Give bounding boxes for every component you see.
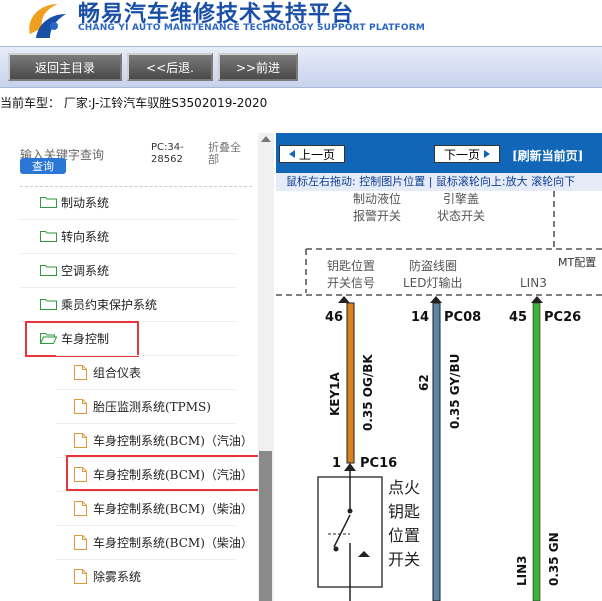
connector-arrow-icon xyxy=(338,296,350,303)
wire-label-key1a: KEY1A xyxy=(328,371,342,416)
refresh-page-link[interactable]: [刷新当前页] xyxy=(512,147,583,164)
prev-page-label: 上一页 xyxy=(298,147,335,162)
tree-item-restraint[interactable]: 乘员约束保护系统 xyxy=(40,287,157,321)
label-mt-config: MT配置 xyxy=(558,256,596,269)
folder-icon xyxy=(40,265,57,276)
folder-icon xyxy=(40,299,57,310)
connector-arrow-icon xyxy=(430,296,442,303)
label-key-pos-2: 开关信号 xyxy=(327,276,375,290)
tree-item-label: 车身控制系统(BCM)（汽油） xyxy=(93,433,253,448)
connector-pc26: PC26 xyxy=(544,310,581,325)
prev-page-button[interactable]: 上一页 xyxy=(279,145,345,163)
wire-label-og-bk: 0.35 OG/BK xyxy=(361,354,375,431)
tree-item-label: 制动系统 xyxy=(61,195,110,210)
switch-name-1: 点火 xyxy=(388,478,420,497)
diagram-toolbar: 上一页 下一页 [刷新当前页] xyxy=(276,133,602,173)
connector-arrow-icon xyxy=(344,463,356,471)
tree-item-label: 转向系统 xyxy=(61,229,110,244)
scroll-up-arrow-icon[interactable] xyxy=(261,136,271,142)
document-icon xyxy=(74,568,87,584)
nav-bar: 返回主目录 <<后退. >>前进 xyxy=(0,46,602,88)
tree-item-defog[interactable]: 除雾系统 xyxy=(74,559,141,593)
document-icon xyxy=(74,432,87,448)
folder-icon xyxy=(40,197,57,208)
pc-code: PC:34-28562 xyxy=(151,142,184,165)
tree-item-bcm-diesel-1[interactable]: 车身控制系统(BCM)（柴油） xyxy=(74,491,253,525)
scroll-thumb[interactable] xyxy=(259,451,272,601)
platform-subtitle: CHANG YI AUTO MAINTENANCE TECHNOLOGY SUP… xyxy=(78,23,426,33)
tree-item-label: 乘员约束保护系统 xyxy=(61,297,158,312)
tree-item-label: 空调系统 xyxy=(61,263,110,278)
tree-item-steering[interactable]: 转向系统 xyxy=(40,219,109,253)
highlight-box xyxy=(25,321,139,357)
current-vehicle: 当前车型： 厂家:J-江铃汽车驭胜S3502019-2020 xyxy=(0,96,268,110)
folder-icon xyxy=(40,231,57,242)
arrow-left-icon xyxy=(288,150,295,158)
highlight-box xyxy=(66,455,263,491)
wire-label-gy-bu: 0.35 GY/BU xyxy=(448,354,462,429)
label-key-pos-1: 钥匙位置 xyxy=(327,258,375,273)
next-page-label: 下一页 xyxy=(443,147,480,162)
pin-45: 45 xyxy=(509,310,527,325)
arrow-icon xyxy=(358,551,370,557)
wire-label-gn: 0.35 GN xyxy=(547,532,561,586)
wiring-diagram-svg: 制动液位 报警开关 引擎盖 状态开关 钥匙位置 开关信号 防盗线圈 LED灯输出… xyxy=(276,191,602,601)
wiring-diagram[interactable]: 制动液位 报警开关 引擎盖 状态开关 钥匙位置 开关信号 防盗线圈 LED灯输出… xyxy=(276,191,602,601)
arrow-right-icon xyxy=(484,150,490,158)
switch-name-3: 位置 xyxy=(388,526,420,545)
forward-button[interactable]: >>前进 xyxy=(218,53,298,81)
usage-hint: 鼠标左右拖动: 控制图片位置 | 鼠标滚轮向上:放大 滚轮向下 xyxy=(276,173,602,191)
label-antitheft-1: 防盗线圈 xyxy=(409,258,457,273)
wire-gray-blue xyxy=(432,302,441,601)
document-icon xyxy=(74,534,87,550)
tree-item-bcm-petrol-1[interactable]: 车身控制系统(BCM)（汽油） xyxy=(74,423,253,457)
connector-pc08: PC08 xyxy=(444,310,481,325)
switch-contact xyxy=(333,546,339,552)
next-page-button[interactable]: 下一页 xyxy=(434,145,500,163)
wire-label-62: 62 xyxy=(417,374,431,391)
home-button[interactable]: 返回主目录 xyxy=(8,53,122,81)
label-hood-2: 状态开关 xyxy=(437,209,485,223)
header: 畅易汽车维修技术支持平台 CHANG YI AUTO MAINTENANCE T… xyxy=(0,0,602,40)
label-brake-fluid-1: 制动液位 xyxy=(353,191,401,206)
tree-item-cluster[interactable]: 组合仪表 xyxy=(74,355,141,389)
document-icon xyxy=(74,364,87,380)
wire-orange xyxy=(346,302,355,464)
switch-contact xyxy=(347,508,353,514)
tree-item-label: 除雾系统 xyxy=(93,569,142,584)
collapse-all-button[interactable]: 折叠全部 xyxy=(208,142,248,166)
back-button[interactable]: <<后退. xyxy=(127,53,213,81)
switch-name-2: 钥匙 xyxy=(388,502,420,521)
sidebar: 输入关键字查询 查询 PC:34-28562 折叠全部 制动系统 转向系统 空调… xyxy=(0,133,276,601)
tree-item-label: 胎压监测系统(TPMS) xyxy=(93,399,211,414)
sidebar-scrollbar[interactable] xyxy=(258,133,274,601)
label-brake-fluid-2: 报警开关 xyxy=(353,208,401,223)
logo-icon xyxy=(29,4,66,38)
switch-name-4: 开关 xyxy=(388,550,420,569)
tree-item-tpms[interactable]: 胎压监测系统(TPMS) xyxy=(74,389,211,423)
document-icon xyxy=(74,398,87,414)
tree-item-bcm-diesel-2[interactable]: 车身控制系统(BCM)（柴油） xyxy=(74,525,253,559)
label-lin3-top: LIN3 xyxy=(520,276,547,290)
label-hood-1: 引擎盖 xyxy=(443,191,479,206)
tree-item-brake[interactable]: 制动系统 xyxy=(40,185,109,219)
label-antitheft-2: LED灯输出 xyxy=(403,275,463,290)
search-button[interactable]: 查询 xyxy=(20,158,66,174)
wire-green xyxy=(532,302,541,601)
switch-blade xyxy=(333,514,351,548)
pin-46: 46 xyxy=(325,310,343,325)
connector-arrow-icon xyxy=(531,296,543,303)
pin-1: 1 xyxy=(332,456,341,471)
diagram-panel: 上一页 下一页 [刷新当前页] 鼠标左右拖动: 控制图片位置 | 鼠标滚轮向上:… xyxy=(276,133,602,601)
wire-label-lin3: LIN3 xyxy=(515,555,529,586)
document-icon xyxy=(74,500,87,516)
tree-item-ac[interactable]: 空调系统 xyxy=(40,253,109,287)
pin-14: 14 xyxy=(411,310,429,325)
tree-item-label: 车身控制系统(BCM)（柴油） xyxy=(93,501,253,516)
tree-item-label: 组合仪表 xyxy=(93,365,142,380)
tree-item-label: 车身控制系统(BCM)（柴油） xyxy=(93,535,253,550)
connector-pc16: PC16 xyxy=(360,456,397,471)
